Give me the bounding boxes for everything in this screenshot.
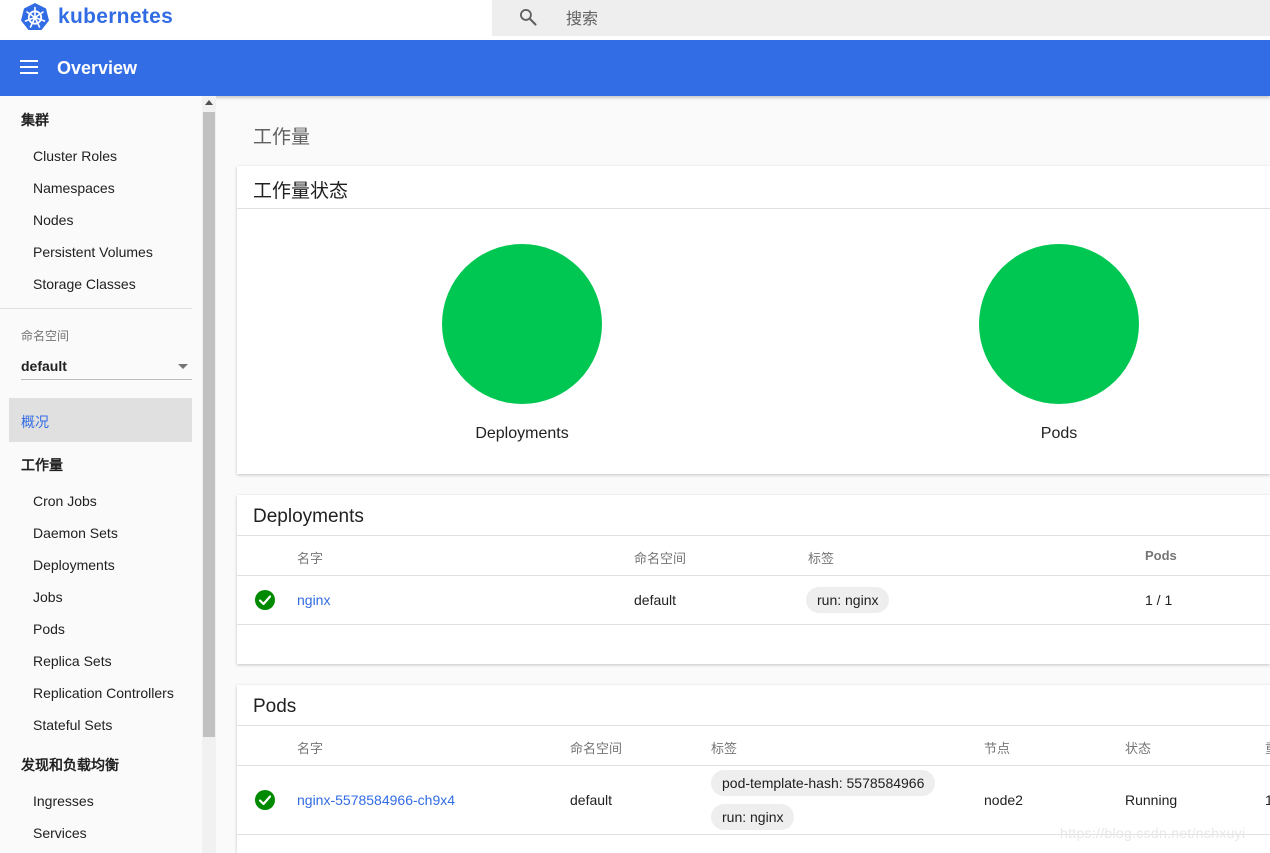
dropdown-caret-icon <box>178 364 188 369</box>
label-chip: run: nginx <box>806 587 890 613</box>
namespace-label: 命名空间 <box>21 329 70 343</box>
pod-status: Running <box>1125 792 1178 808</box>
label-chip: run: nginx <box>711 804 795 830</box>
sidebar-section-workloads[interactable]: 工作量 <box>21 455 63 475</box>
column-header-namespace[interactable]: 命名空间 <box>570 738 622 757</box>
scrollbar-thumb[interactable] <box>203 112 215 737</box>
namespace-value: default <box>21 358 67 374</box>
app-header: Overview <box>0 40 1270 96</box>
column-header-name[interactable]: 名字 <box>297 738 323 757</box>
column-header-labels: 标签 <box>711 742 738 757</box>
sidebar-item-deployments[interactable]: Deployments <box>33 557 115 573</box>
card-divider <box>237 535 1270 536</box>
column-header-node[interactable]: 节点 <box>984 738 1010 757</box>
search-icon[interactable] <box>518 7 538 27</box>
brand-name: kubernetes <box>58 5 174 28</box>
workload-status-card: 工作量状态 Deployments Pods <box>237 166 1270 474</box>
hamburger-menu-icon[interactable] <box>20 60 38 74</box>
sidebar-item-replication-controllers[interactable]: Replication Controllers <box>33 685 174 701</box>
deployments-chart-label: Deployments <box>475 425 569 442</box>
row-divider <box>237 765 1270 766</box>
check-circle-icon <box>255 790 275 810</box>
sidebar-item-overview-label: 概况 <box>21 415 49 431</box>
label-chip: pod-template-hash: 5578584966 <box>711 770 936 796</box>
pod-node: node2 <box>984 792 1023 808</box>
deployments-status-chart[interactable] <box>442 244 602 404</box>
watermark: https://blog.csdn.net/nshxuyi <box>1060 825 1246 841</box>
search-bar <box>492 0 1270 36</box>
header-title: Overview <box>57 58 138 78</box>
sidebar-item-nodes[interactable]: Nodes <box>33 212 73 228</box>
row-divider <box>237 575 1270 576</box>
kubernetes-wheel-icon <box>21 3 49 30</box>
search-input[interactable] <box>566 7 966 29</box>
sidebar: 集群 Cluster Roles Namespaces Nodes Persis… <box>0 96 202 853</box>
sidebar-item-daemon-sets[interactable]: Daemon Sets <box>33 525 118 541</box>
pod-name-link[interactable]: nginx-5578584966-ch9x4 <box>297 792 455 808</box>
pods-status-chart[interactable] <box>979 244 1139 404</box>
deployments-card: Deployments 名字 命名空间 标签 Pods nginx defaul… <box>237 495 1270 664</box>
top-bar: kubernetes <box>0 0 1270 40</box>
sidebar-item-cron-jobs[interactable]: Cron Jobs <box>33 493 97 509</box>
sidebar-item-services[interactable]: Services <box>33 825 87 841</box>
sidebar-item-replica-sets[interactable]: Replica Sets <box>33 653 112 669</box>
sidebar-scrollbar[interactable] <box>202 96 216 853</box>
card-title: Pods <box>253 696 297 717</box>
column-header-restarts[interactable]: 重 <box>1265 738 1270 757</box>
deployment-name-link[interactable]: nginx <box>297 592 330 608</box>
card-title: 工作量状态 <box>253 180 349 202</box>
row-divider <box>237 624 1270 625</box>
card-divider <box>237 725 1270 726</box>
column-header-namespace[interactable]: 命名空间 <box>634 548 686 567</box>
sidebar-item-persistent-volumes[interactable]: Persistent Volumes <box>33 244 153 260</box>
sidebar-item-storage-classes[interactable]: Storage Classes <box>33 276 136 292</box>
namespace-select[interactable]: default <box>21 356 192 380</box>
sidebar-item-namespaces[interactable]: Namespaces <box>33 180 115 196</box>
scroll-up-arrow-icon[interactable] <box>205 100 213 105</box>
sidebar-section-cluster[interactable]: 集群 <box>21 110 49 130</box>
deployment-pods-count: 1 / 1 <box>1145 592 1173 608</box>
pods-chart-label: Pods <box>1040 425 1078 442</box>
column-header-name[interactable]: 名字 <box>297 548 323 567</box>
kubernetes-logo[interactable]: kubernetes <box>20 2 173 32</box>
sidebar-item-pods[interactable]: Pods <box>33 621 65 637</box>
pod-restarts: 1 <box>1265 792 1270 808</box>
column-header-labels: 标签 <box>808 552 835 567</box>
sidebar-item-overview[interactable]: 概况 <box>9 398 192 442</box>
page-heading: 工作量 <box>253 126 311 148</box>
sidebar-item-stateful-sets[interactable]: Stateful Sets <box>33 717 112 733</box>
deployment-namespace: default <box>634 592 677 608</box>
pod-namespace: default <box>570 792 613 808</box>
card-title: Deployments <box>253 506 364 527</box>
column-header-pods[interactable]: Pods <box>1145 548 1177 563</box>
column-header-status[interactable]: 状态 <box>1125 738 1151 757</box>
card-divider <box>237 208 1270 209</box>
sidebar-item-cluster-roles[interactable]: Cluster Roles <box>33 148 117 164</box>
sidebar-section-discovery[interactable]: 发现和负载均衡 <box>21 755 119 775</box>
sidebar-divider <box>0 308 192 309</box>
check-circle-icon <box>255 590 275 610</box>
sidebar-item-ingresses[interactable]: Ingresses <box>33 793 94 809</box>
sidebar-item-jobs[interactable]: Jobs <box>33 589 63 605</box>
